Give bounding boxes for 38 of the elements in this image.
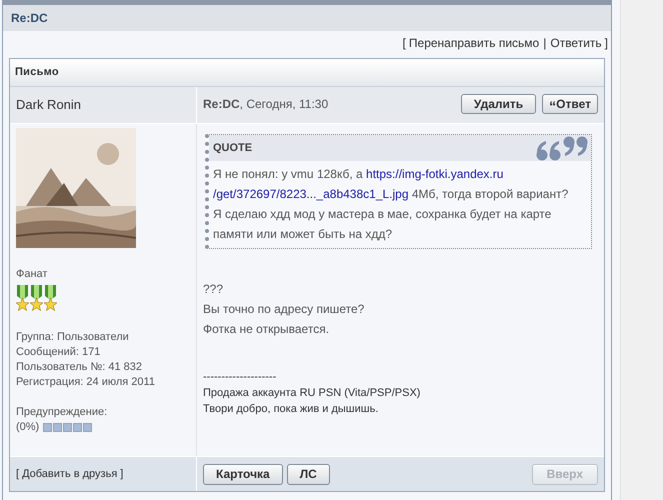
bracket: [ [16,468,20,480]
button: Вверх [532,464,598,484]
author-name: Dark Ronin [16,96,82,114]
link[interactable]: https://img-fotki.yandex.ru [366,167,504,181]
medal-icon [44,284,57,310]
medal-icon [30,284,43,310]
bracket: ] [120,468,124,480]
message-text: ??? [203,281,224,298]
warning-value: (0%) [16,420,40,434]
warning-label: Предупреждение: [16,404,108,420]
action-link[interactable]: Перенаправить письмо [408,34,540,52]
signature-text: Твори добро, пока жив и дышишь. [203,402,380,417]
link[interactable]: /get/372697/8223..._a8b438c1_L.jpg [213,187,409,201]
signature-text: -------------------- [203,370,278,385]
add-friend-link[interactable]: Добавить в друзья [22,468,118,480]
message-text: Вы точно по адресу пишете? [203,301,366,318]
member-info: Сообщений: 171 [16,344,102,360]
page-title: Re:DC [11,10,48,27]
button[interactable]: ЛС [286,464,330,484]
box-title: Письмо [15,65,59,80]
action-link[interactable]: Ответить [550,34,602,52]
member-info: Группа: Пользователи [16,330,130,344]
quote-text: Я сделаю хдд мод у мастера в мае, сохранка будет на карте памяти или может быть на хдд? [213,206,552,243]
warning-meter-icon [43,422,92,432]
member-info: Регистрация: 24 июля 2011 [16,374,156,390]
bracket: [ [402,35,406,52]
rank-label: Фанат [16,267,48,282]
signature-text: Продажа аккаунта RU PSN (Vita/PSP/PSX) [203,386,422,401]
quote-title: QUOTE [213,140,252,156]
medal-icon [16,284,29,310]
button[interactable]: Карточка [203,464,283,484]
quote-text: Я не понял: у vmu 128кб, а https://img-fotki.yandex.ru /get/372697/8223..._a8b438c1_L.jpg 4Мб, тогда второй вариант? [213,166,570,203]
message-text: Фотка не открывается. [203,321,330,338]
bracket: ] [604,35,608,52]
button[interactable]: Удалить [460,94,536,114]
post-date: Re:DC, Сегодня, 11:30 [203,96,328,113]
separator: | [543,35,546,52]
member-info: Пользователь №: 41 832 [16,360,143,374]
